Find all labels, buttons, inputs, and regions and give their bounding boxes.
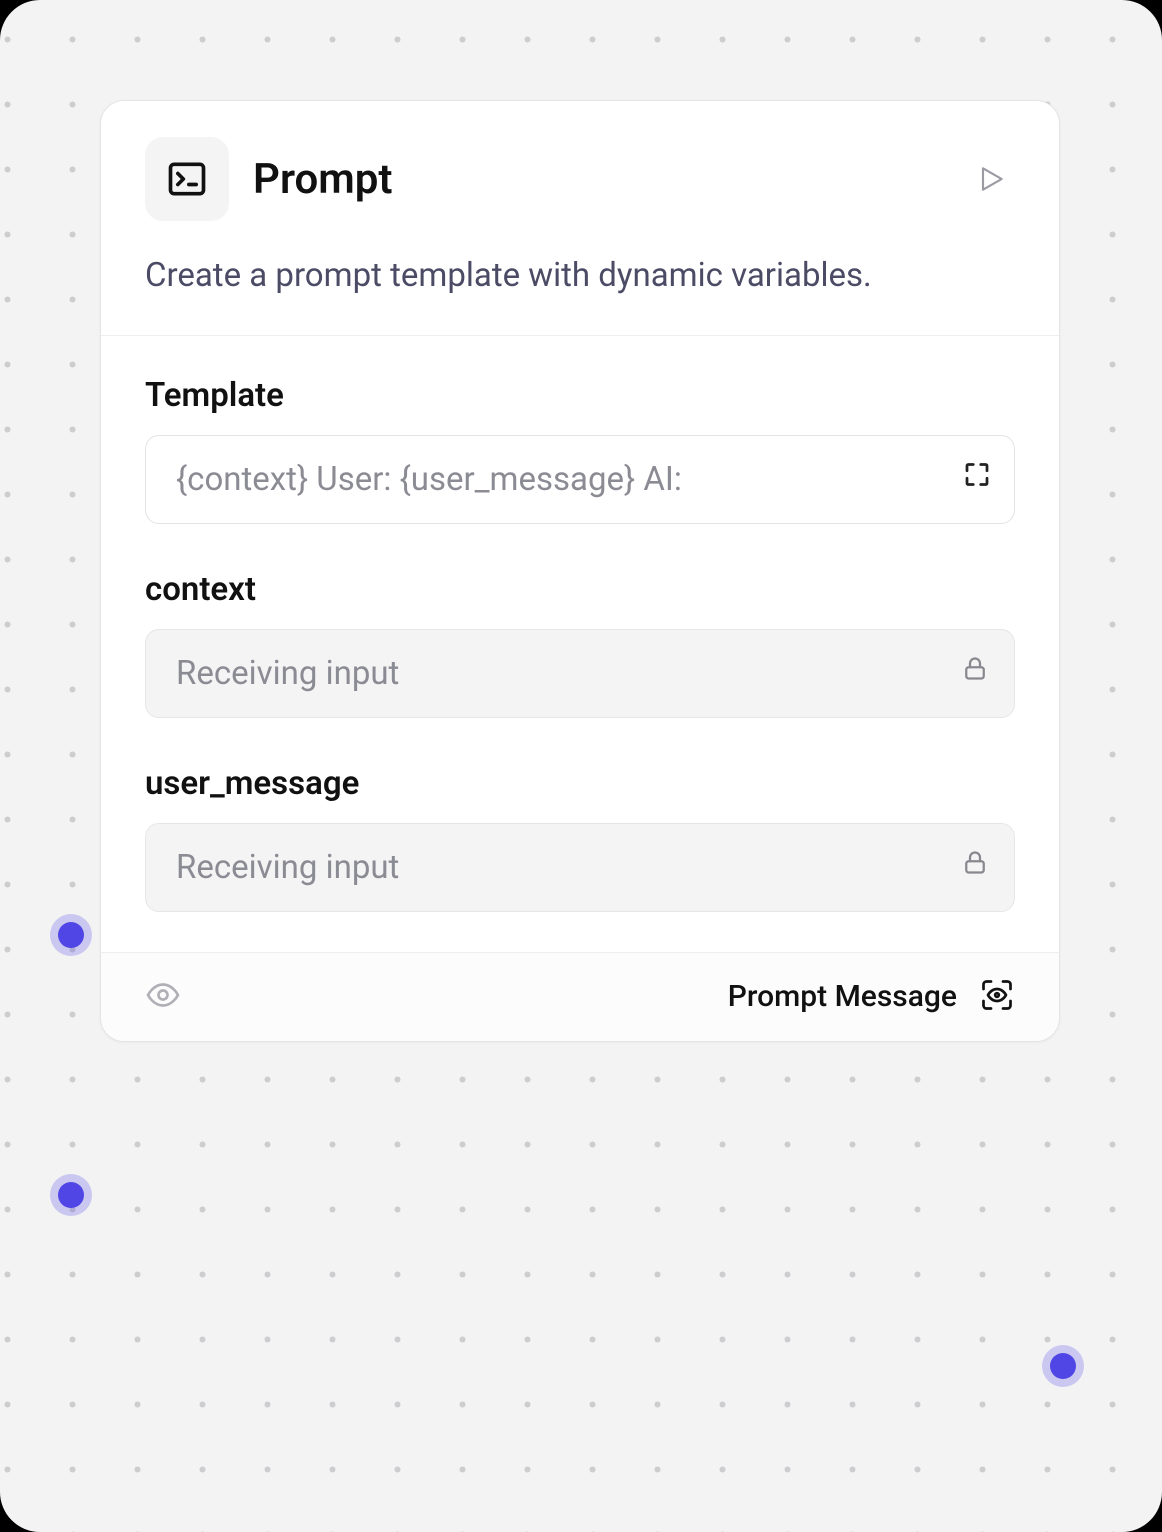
context-input-port[interactable]: [58, 922, 84, 948]
prompt-node-card: Prompt Create a prompt template with dyn…: [100, 100, 1060, 1042]
context-placeholder: Receiving input: [176, 654, 399, 693]
node-icon-container: [145, 137, 229, 221]
context-lock: [960, 654, 990, 693]
output-port[interactable]: [1050, 1353, 1076, 1379]
user-message-label: user_message: [145, 764, 1015, 803]
expand-icon: [962, 460, 992, 490]
run-button[interactable]: [967, 155, 1015, 203]
scan-eye-icon: [979, 977, 1015, 1013]
template-field-group: Template {context} User: {user_message} …: [145, 376, 1015, 524]
template-value: {context} User: {user_message} AI:: [176, 460, 682, 499]
node-header-row: Prompt: [145, 137, 1015, 221]
user-message-field-group: user_message Receiving input: [145, 764, 1015, 912]
node-header: Prompt Create a prompt template with dyn…: [101, 101, 1059, 335]
template-input[interactable]: {context} User: {user_message} AI:: [145, 435, 1015, 524]
visibility-toggle[interactable]: [145, 977, 181, 1017]
workflow-canvas[interactable]: Prompt Create a prompt template with dyn…: [0, 0, 1162, 1532]
user-message-input: Receiving input: [145, 823, 1015, 912]
context-label: context: [145, 570, 1015, 609]
play-icon: [975, 160, 1007, 198]
lock-icon: [960, 654, 990, 684]
inspect-output-button[interactable]: [979, 977, 1015, 1017]
output-label: Prompt Message: [728, 979, 957, 1014]
user-message-placeholder: Receiving input: [176, 848, 399, 887]
context-field-group: context Receiving input: [145, 570, 1015, 718]
user-message-input-port[interactable]: [58, 1182, 84, 1208]
template-label: Template: [145, 376, 1015, 415]
node-footer: Prompt Message: [101, 952, 1059, 1041]
node-description: Create a prompt template with dynamic va…: [145, 251, 1015, 301]
terminal-icon: [165, 157, 209, 201]
eye-icon: [145, 977, 181, 1013]
context-input: Receiving input: [145, 629, 1015, 718]
expand-button[interactable]: [962, 460, 992, 499]
lock-icon: [960, 848, 990, 878]
node-body: Template {context} User: {user_message} …: [101, 335, 1059, 952]
node-title: Prompt: [253, 155, 943, 204]
user-message-lock: [960, 848, 990, 887]
